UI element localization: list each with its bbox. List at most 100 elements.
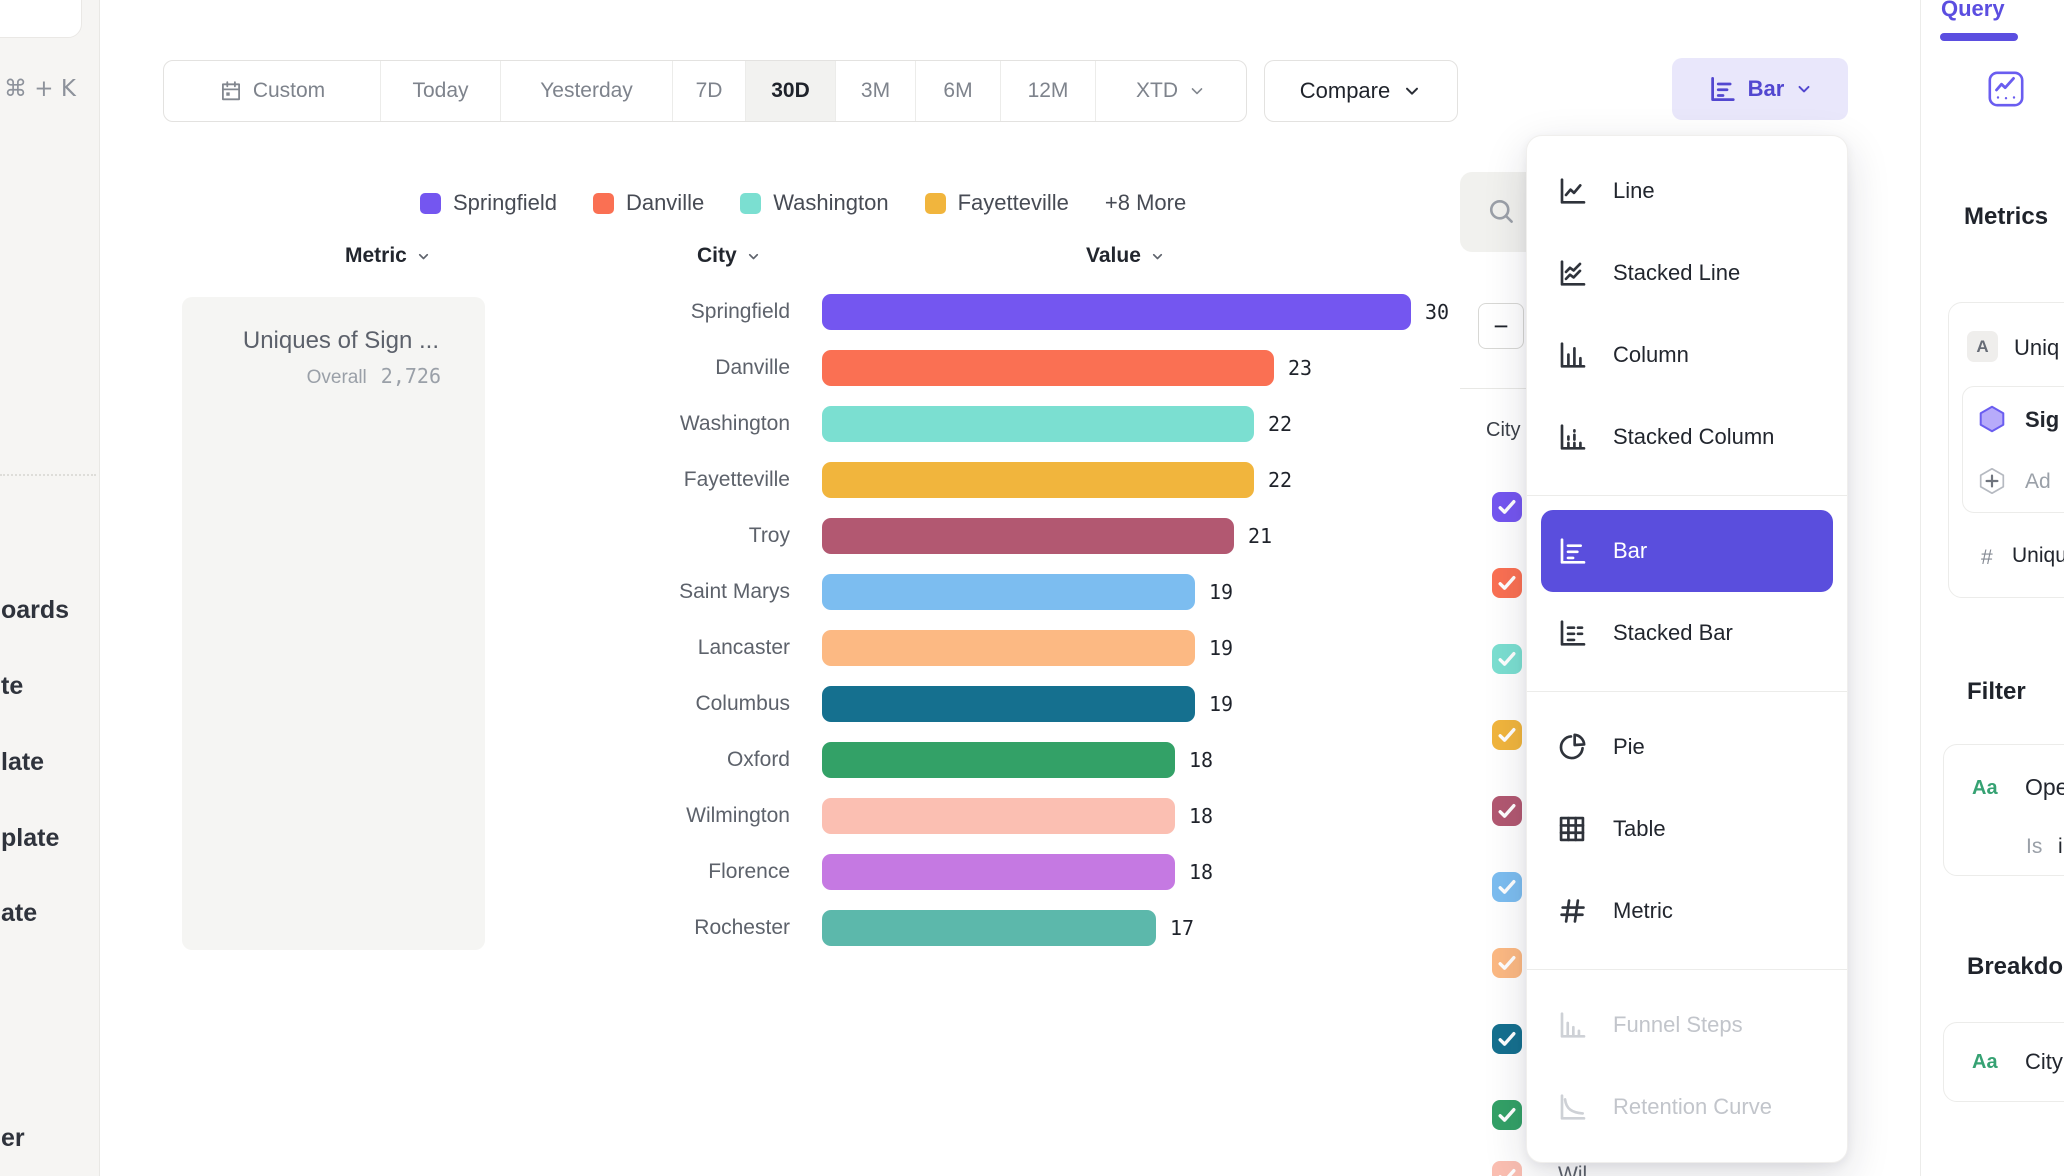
chart-type-stacked-line[interactable]: Stacked Line	[1527, 232, 1847, 314]
breakdown-checkbox[interactable]	[1492, 1024, 1522, 1054]
filter-operator-label[interactable]: Is	[2026, 835, 2042, 859]
chart-type-column[interactable]: Column	[1527, 314, 1847, 396]
sidebar-item-partial[interactable]: late	[1, 748, 44, 778]
sidebar-item-partial[interactable]: te	[1, 672, 23, 702]
bar[interactable]	[822, 630, 1195, 666]
legend-entry[interactable]: Washington	[740, 190, 888, 216]
breakdown-checkbox[interactable]	[1492, 492, 1522, 522]
tab-query[interactable]: Query	[1941, 0, 2005, 22]
insights-chart-icon[interactable]	[1987, 70, 2025, 108]
date-range-30d[interactable]: 30D	[746, 61, 836, 121]
chart-type-label: Retention Curve	[1613, 1094, 1772, 1120]
date-range-custom[interactable]: Custom	[164, 61, 381, 121]
metric-name-label[interactable]: Uniq	[2014, 335, 2059, 361]
chart-row: Fayetteville22	[560, 452, 1500, 508]
date-range-label: Custom	[253, 79, 325, 103]
bar[interactable]	[822, 294, 1411, 330]
bar[interactable]	[822, 574, 1195, 610]
bar[interactable]	[822, 910, 1156, 946]
event-name-label[interactable]: Sig	[2025, 407, 2059, 433]
date-range-today[interactable]: Today	[381, 61, 501, 121]
chart-type-line[interactable]: Line	[1527, 150, 1847, 232]
breakdown-checkbox[interactable]	[1492, 644, 1522, 674]
chart-type-retention-curve[interactable]: Retention Curve	[1527, 1066, 1847, 1148]
left-sidebar: ⌘ + K oards te late plate ate er	[0, 0, 100, 1176]
bar[interactable]	[822, 406, 1254, 442]
legend-swatch	[925, 193, 946, 214]
legend-entry[interactable]: Danville	[593, 190, 704, 216]
date-range-yesterday[interactable]: Yesterday	[501, 61, 673, 121]
filter-card	[1943, 744, 2064, 876]
bar-icon	[1555, 535, 1589, 567]
bar[interactable]	[822, 350, 1274, 386]
chart-type-metric[interactable]: Metric	[1527, 870, 1847, 952]
date-range-7d[interactable]: 7D	[673, 61, 746, 121]
bar[interactable]	[822, 686, 1195, 722]
chart-type-table[interactable]: Table	[1527, 788, 1847, 870]
bar[interactable]	[822, 462, 1254, 498]
metric-icon	[1555, 895, 1589, 927]
date-range-label: 6M	[943, 79, 972, 103]
breakdown-checkbox[interactable]	[1492, 872, 1522, 902]
legend-more[interactable]: +8 More	[1105, 190, 1186, 216]
bar-value-label: 30	[1425, 284, 1449, 340]
chart-type-stacked-bar[interactable]: Stacked Bar	[1527, 592, 1847, 674]
date-range-label: 7D	[696, 79, 723, 103]
chart-type-button[interactable]: Bar	[1672, 58, 1848, 120]
chart-type-funnel-steps[interactable]: Funnel Steps	[1527, 984, 1847, 1066]
count-label[interactable]: Uniqu	[2012, 544, 2064, 568]
date-range-label: 12M	[1028, 79, 1069, 103]
bar-value-label: 19	[1209, 620, 1233, 676]
breakdown-property-label[interactable]: City	[2025, 1049, 2063, 1075]
bar-category-label: Rochester	[560, 900, 790, 956]
stacked-column-icon	[1555, 421, 1589, 453]
bar[interactable]	[822, 798, 1175, 834]
legend-entry[interactable]: Fayetteville	[925, 190, 1069, 216]
date-range-xtd[interactable]: XTD	[1096, 61, 1246, 121]
breakdown-checkbox[interactable]	[1492, 568, 1522, 598]
compare-label: Compare	[1300, 78, 1390, 104]
menu-divider	[1527, 495, 1847, 496]
chart-row: Danville23	[560, 340, 1500, 396]
metric-summary-card[interactable]: Uniques of Sign ... Overall 2,726	[182, 297, 485, 950]
column-header-value[interactable]: Value	[1086, 242, 1165, 270]
column-header-metric[interactable]: Metric	[345, 242, 431, 270]
chart-type-stacked-column[interactable]: Stacked Column	[1527, 396, 1847, 478]
breakdown-checkbox[interactable]	[1492, 1161, 1522, 1176]
bar[interactable]	[822, 518, 1234, 554]
filter-heading: Filter	[1967, 678, 2026, 706]
filter-property-label[interactable]: Ope	[2025, 774, 2064, 801]
event-hexagon-icon[interactable]	[1977, 404, 2007, 434]
bar[interactable]	[822, 742, 1175, 778]
filter-value-label[interactable]: i	[2058, 835, 2063, 859]
add-event-icon[interactable]	[1977, 466, 2007, 496]
date-range-3m[interactable]: 3M	[836, 61, 916, 121]
breakdown-checkbox[interactable]	[1492, 1100, 1522, 1130]
chart-type-pie[interactable]: Pie	[1527, 706, 1847, 788]
sidebar-item-partial[interactable]: plate	[1, 824, 59, 854]
chart-type-bar[interactable]: Bar	[1541, 510, 1833, 592]
sidebar-item-partial[interactable]: er	[1, 1124, 25, 1154]
keyboard-shortcut-hint: ⌘ + K	[4, 76, 76, 102]
legend-entry[interactable]: Springfield	[420, 190, 557, 216]
breakdown-checkbox[interactable]	[1492, 720, 1522, 750]
bar-value-label: 22	[1268, 452, 1292, 508]
calendar-icon	[219, 79, 243, 103]
bar[interactable]	[822, 854, 1175, 890]
legend-label: Fayetteville	[958, 190, 1069, 216]
column-header-city[interactable]: City	[697, 242, 761, 270]
breakdown-checkbox[interactable]	[1492, 796, 1522, 826]
add-event-label[interactable]: Ad	[2025, 470, 2051, 494]
sidebar-item-partial[interactable]: oards	[1, 596, 69, 626]
count-symbol: #	[1981, 546, 1993, 570]
chevron-down-icon	[1795, 80, 1813, 98]
breakdown-checkbox[interactable]	[1492, 948, 1522, 978]
date-range-6m[interactable]: 6M	[916, 61, 1001, 121]
sidebar-item-partial[interactable]: ate	[1, 899, 37, 929]
date-range-12m[interactable]: 12M	[1001, 61, 1096, 121]
compare-button[interactable]: Compare	[1264, 60, 1458, 122]
bar-value-label: 19	[1209, 676, 1233, 732]
sidebar-search-box[interactable]	[0, 0, 82, 38]
metric-type-badge[interactable]: A	[1967, 331, 1998, 362]
collapse-button[interactable]: −	[1478, 303, 1524, 349]
